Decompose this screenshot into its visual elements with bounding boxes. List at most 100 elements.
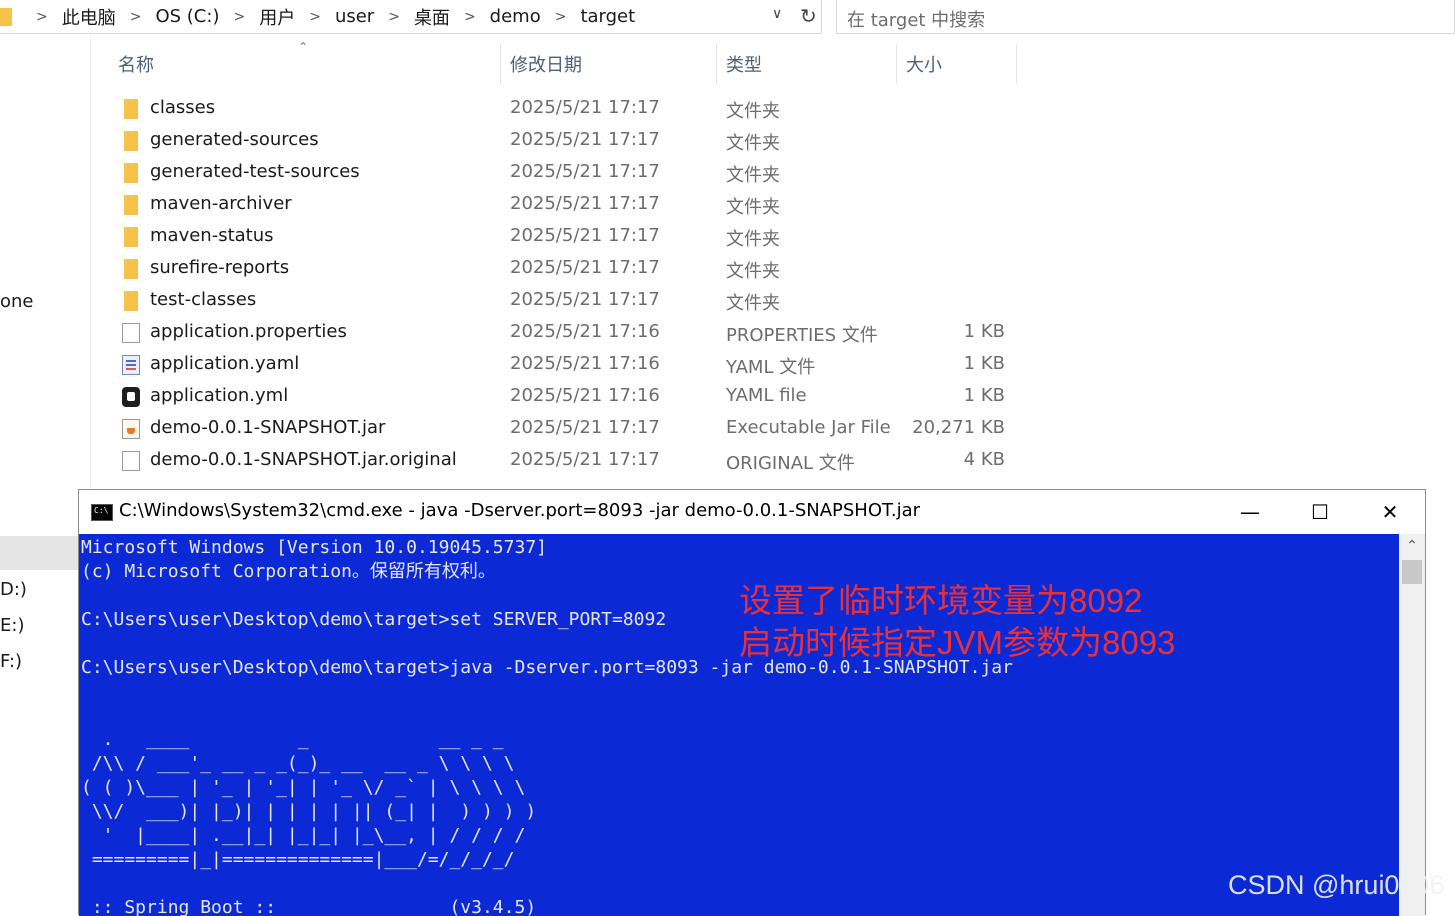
annotation-env-var: 设置了临时环境变量为8092 — [739, 582, 1143, 619]
file-row[interactable]: test-classes 2025/5/21 17:17 文件夹 — [118, 285, 1018, 317]
file-name: classes — [150, 97, 216, 118]
sidebar-item-selected[interactable] — [0, 536, 78, 570]
column-header-date[interactable]: 修改日期 — [510, 44, 717, 84]
file-date: 2025/5/21 17:16 — [510, 353, 660, 374]
file-size: 1 KB — [963, 385, 1005, 406]
file-name: test-classes — [150, 289, 257, 310]
file-row[interactable]: demo-0.0.1-SNAPSHOT.jar.original 2025/5/2… — [118, 445, 1018, 477]
file-name: application.yaml — [150, 353, 300, 374]
chevron-right-icon: > — [554, 8, 567, 25]
file-size: 4 KB — [963, 449, 1005, 470]
file-name: application.properties — [150, 321, 347, 342]
file-row[interactable]: demo-0.0.1-SNAPSHOT.jar 2025/5/21 17:17 Ex… — [118, 413, 1018, 445]
file-row[interactable]: maven-archiver 2025/5/21 17:17 文件夹 — [118, 189, 1018, 221]
breadcrumb-item[interactable]: 用户 — [259, 4, 295, 30]
file-row[interactable]: application.yaml 2025/5/21 17:16 YAML 文件 1 … — [118, 349, 1018, 381]
file-row[interactable]: application.properties 2025/5/21 17:16 PRO… — [118, 317, 1018, 349]
folder-icon — [124, 227, 138, 247]
folder-icon — [124, 195, 138, 215]
file-type: 文件夹 — [726, 229, 780, 250]
file-size: 1 KB — [963, 353, 1005, 374]
chevron-right-icon: > — [36, 8, 48, 25]
breadcrumb-item[interactable]: 桌面 — [414, 4, 450, 30]
file-name: generated-test-sources — [150, 161, 360, 182]
minimize-button[interactable]: — — [1215, 490, 1285, 534]
breadcrumb-item[interactable]: target — [580, 6, 635, 27]
chevron-right-icon: > — [233, 8, 246, 25]
vertical-scrollbar[interactable]: ⌃ — [1399, 534, 1425, 916]
file-icon — [122, 451, 140, 471]
jar-file-icon — [122, 419, 140, 439]
column-header-type[interactable]: 类型 — [726, 44, 897, 84]
file-list: classes 2025/5/21 17:17 文件夹 generated-sour… — [118, 93, 1018, 477]
file-date: 2025/5/21 17:17 — [510, 257, 660, 278]
cmd-window[interactable]: C:\Windows\System32\cmd.exe - java -Dser… — [78, 489, 1426, 916]
file-type: PROPERTIES 文件 — [726, 325, 878, 346]
file-name: demo-0.0.1-SNAPSHOT.jar.original — [150, 449, 457, 470]
address-bar[interactable]: > 此电脑 > OS (C:) > 用户 > user > 桌面 > demo > targe… — [0, 0, 822, 34]
chevron-right-icon: > — [388, 8, 400, 25]
folder-icon — [0, 7, 12, 26]
refresh-icon[interactable]: ↻ — [800, 4, 817, 28]
file-date: 2025/5/21 17:17 — [510, 417, 660, 438]
file-row[interactable]: surefire-reports 2025/5/21 17:17 文件夹 — [118, 253, 1018, 285]
file-row[interactable]: generated-sources 2025/5/21 17:17 文件夹 — [118, 125, 1018, 157]
close-button[interactable]: ✕ — [1355, 490, 1425, 534]
file-row[interactable]: classes 2025/5/21 17:17 文件夹 — [118, 93, 1018, 125]
file-name: maven-status — [150, 225, 274, 246]
file-size: 20,271 KB — [912, 417, 1005, 438]
cmd-icon — [91, 504, 113, 521]
file-row[interactable]: maven-status 2025/5/21 17:17 文件夹 — [118, 221, 1018, 253]
chevron-down-icon[interactable]: ∨ — [772, 6, 782, 22]
console-output-area[interactable]: Microsoft Windows [Version 10.0.19045.57… — [79, 534, 1399, 916]
sidebar-item-drive[interactable]: E:) — [0, 615, 24, 636]
scroll-thumb[interactable] — [1402, 560, 1422, 584]
column-header-name[interactable]: 名称 — [118, 44, 501, 84]
sidebar-item-drive[interactable]: F:) — [0, 651, 22, 672]
scroll-up-icon[interactable]: ⌃ — [1399, 538, 1425, 554]
folder-icon — [124, 99, 138, 119]
folder-icon — [124, 291, 138, 311]
file-name: maven-archiver — [150, 193, 292, 214]
column-label: 大小 — [906, 55, 942, 76]
breadcrumb-item[interactable]: demo — [490, 6, 541, 27]
title-bar[interactable]: C:\Windows\System32\cmd.exe - java -Dser… — [79, 490, 1425, 534]
file-type: 文件夹 — [726, 165, 780, 186]
column-header-size[interactable]: 大小 — [906, 44, 1017, 84]
file-type: Executable Jar File — [726, 417, 891, 438]
column-label: 修改日期 — [510, 55, 582, 76]
file-type: YAML file — [726, 385, 807, 406]
breadcrumb-item[interactable]: user — [335, 6, 374, 27]
maximize-button[interactable]: ☐ — [1285, 490, 1355, 534]
breadcrumb-item[interactable]: 此电脑 — [62, 4, 116, 30]
breadcrumb-item[interactable]: OS (C:) — [155, 6, 219, 27]
watermark: CSDN @hrui0706 — [1228, 870, 1445, 900]
file-size: 1 KB — [963, 321, 1005, 342]
file-date: 2025/5/21 17:17 — [510, 97, 660, 118]
sidebar-divider — [90, 34, 91, 494]
file-type: 文件夹 — [726, 101, 780, 122]
file-type: 文件夹 — [726, 133, 780, 154]
file-type: 文件夹 — [726, 293, 780, 314]
yml-file-icon — [122, 387, 140, 407]
sidebar-item-drive[interactable]: D:) — [0, 579, 27, 600]
search-input[interactable]: 在 target 中搜索 — [836, 0, 1455, 34]
file-date: 2025/5/21 17:17 — [510, 193, 660, 214]
file-name: demo-0.0.1-SNAPSHOT.jar — [150, 417, 386, 438]
file-date: 2025/5/21 17:17 — [510, 449, 660, 470]
file-name: generated-sources — [150, 129, 319, 150]
file-row[interactable]: generated-test-sources 2025/5/21 17:17 文件夹 — [118, 157, 1018, 189]
folder-icon — [124, 131, 138, 151]
folder-icon — [124, 259, 138, 279]
yaml-file-icon — [122, 355, 140, 375]
sidebar-item[interactable]: one — [0, 291, 34, 312]
chevron-right-icon: > — [309, 8, 321, 25]
file-date: 2025/5/21 17:16 — [510, 321, 660, 342]
chevron-right-icon: > — [463, 8, 476, 25]
column-label: 类型 — [726, 55, 762, 76]
file-row[interactable]: application.yml 2025/5/21 17:16 YAML file 1… — [118, 381, 1018, 413]
chevron-right-icon: > — [129, 8, 142, 25]
file-type: YAML 文件 — [726, 357, 816, 378]
file-type: ORIGINAL 文件 — [726, 453, 855, 474]
file-date: 2025/5/21 17:17 — [510, 129, 660, 150]
